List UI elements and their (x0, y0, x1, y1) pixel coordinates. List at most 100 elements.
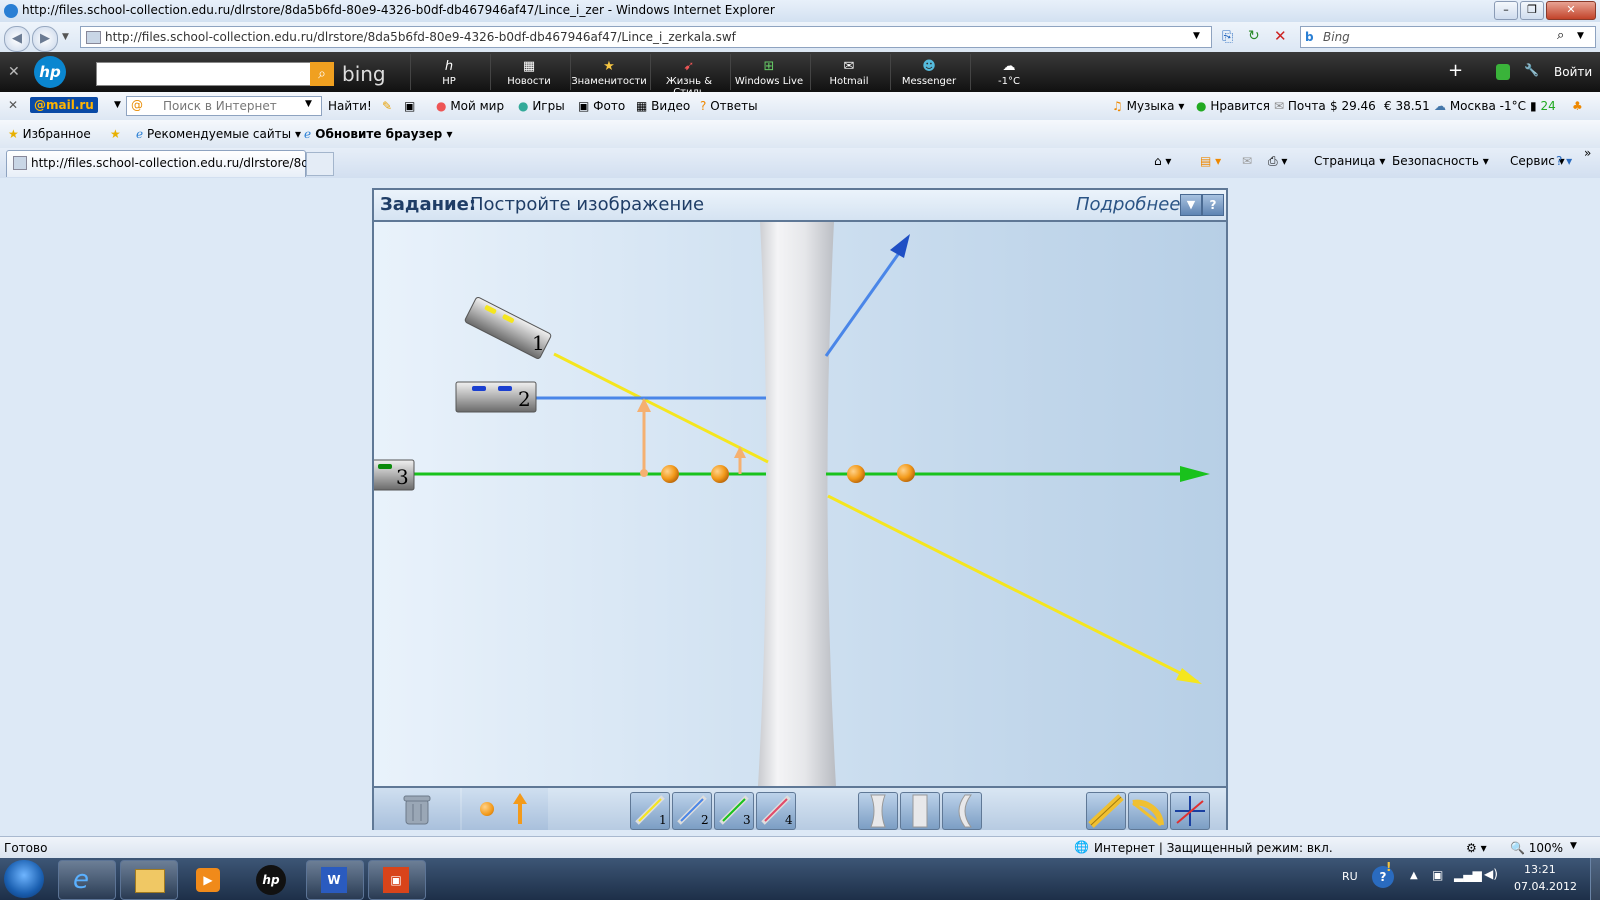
refresh-icon[interactable]: ↻ (1248, 28, 1260, 44)
recommended-sites-menu[interactable]: ℯ Рекомендуемые сайты ▾ (136, 127, 301, 141)
laser-tool-3[interactable]: 3 (714, 792, 754, 830)
trash-icon[interactable] (402, 794, 432, 826)
add-button[interactable]: + (1448, 60, 1463, 81)
tab-active[interactable]: http://files.school-collection.edu.ru/dl… (6, 150, 328, 177)
link-games[interactable]: ● Игры (518, 99, 565, 113)
axis-tool[interactable] (1170, 792, 1210, 830)
optics-stage[interactable]: 1 2 3 (374, 222, 1226, 786)
concave-lens[interactable] (758, 222, 836, 786)
search-input[interactable]: b Bing ⌕ ▼ (1300, 26, 1596, 48)
start-button[interactable] (4, 860, 44, 898)
hp-item-hotmail[interactable]: ✉ Hotmail (810, 54, 887, 90)
mail-link[interactable]: ✉ Почта (1274, 99, 1326, 113)
home-icon[interactable]: ⌂ ▾ (1154, 154, 1171, 168)
taskbar-word[interactable]: W (306, 860, 364, 900)
music-menu[interactable]: ♫ Музыка ▾ (1112, 99, 1184, 113)
hp-item-messenger[interactable]: ☻ Messenger (890, 54, 967, 90)
hp-search-button[interactable]: ⌕ (310, 62, 334, 86)
link-my-world[interactable]: ● Мой мир (436, 99, 504, 113)
help-button[interactable]: ? (1202, 194, 1224, 216)
point-tool-icon[interactable] (480, 802, 494, 816)
show-hidden-icons[interactable]: ▲ (1410, 870, 1418, 881)
link-answers[interactable]: ? Ответы (700, 99, 758, 113)
new-tab-button[interactable] (306, 152, 334, 176)
window-icon[interactable]: ▣ (404, 99, 415, 113)
update-browser-menu[interactable]: ℯ Обновите браузер ▾ (304, 127, 452, 141)
protected-mode-icon[interactable]: ⚙ ▾ (1466, 841, 1487, 855)
stop-icon[interactable]: ✕ (1274, 27, 1287, 45)
hp-item-celebrities[interactable]: ★ Знаменитости (570, 54, 647, 90)
arrow-tool-icon[interactable] (510, 792, 530, 826)
clock-date[interactable]: 07.04.2012 (1514, 880, 1577, 893)
plane-mirror-tool[interactable] (900, 792, 940, 830)
taskbar-explorer[interactable] (120, 860, 178, 900)
hp-item-lifestyle[interactable]: ➹Жизнь & Стиль (650, 54, 727, 98)
hp-toolbar-close-icon[interactable]: ✕ (8, 64, 20, 80)
hp-item-weather[interactable]: ☁ -1°C (970, 54, 1047, 90)
traffic-link[interactable]: ▮ 24 (1530, 99, 1556, 113)
more-dropdown-icon[interactable]: ▼ (1180, 194, 1202, 216)
network-icon[interactable]: ▂▄▆ (1454, 868, 1482, 882)
ruler-tool[interactable] (1086, 792, 1126, 830)
taskbar-media-player[interactable]: ▶ (182, 860, 238, 898)
security-zone[interactable]: Интернет | Защищенный режим: вкл. (1094, 841, 1333, 855)
hp-item-windows-live[interactable]: ⊞ Windows Live (730, 54, 807, 90)
minimize-button[interactable]: – (1494, 1, 1518, 20)
curved-mirror-tool[interactable] (942, 792, 982, 830)
taskbar-flash[interactable]: ▣ (368, 860, 426, 900)
focal-point-right-2f[interactable] (897, 464, 915, 482)
mailru-logo[interactable]: @mail.ru (30, 97, 98, 113)
link-video[interactable]: ▦ Видео (636, 99, 690, 113)
language-indicator[interactable]: RU (1342, 870, 1358, 883)
eur-rate[interactable]: € 38.51 (1384, 99, 1430, 113)
address-dropdown-icon[interactable]: ▼ (1193, 31, 1200, 41)
laser-tool-1[interactable]: 1 (630, 792, 670, 830)
feeds-icon[interactable]: ▤ ▾ (1200, 154, 1221, 168)
protractor-tool[interactable] (1128, 792, 1168, 830)
search-dropdown-icon[interactable]: ▼ (1577, 31, 1584, 41)
safety-menu[interactable]: Безопасность ▾ (1392, 154, 1489, 168)
address-bar[interactable]: http://files.school-collection.edu.ru/dl… (80, 26, 1212, 48)
restore-button[interactable]: ❐ (1520, 1, 1544, 20)
mailru-search-input[interactable]: @ Поиск в Интернет ▼ (126, 96, 322, 116)
clock-time[interactable]: 13:21 (1524, 863, 1556, 876)
volume-icon[interactable]: ◀) (1484, 867, 1498, 881)
like-link[interactable]: ● Нравится (1196, 99, 1270, 113)
history-dropdown-icon[interactable]: ▼ (62, 32, 69, 42)
help-menu-icon[interactable]: ? ▾ (1556, 154, 1572, 168)
concave-lens-tool[interactable] (858, 792, 898, 830)
more-link[interactable]: Подробнее (1076, 194, 1180, 215)
taskbar-hp[interactable]: hp (244, 860, 300, 898)
print-icon[interactable]: ⎙ ▾ (1268, 154, 1287, 169)
focal-point-left-f[interactable] (711, 465, 729, 483)
close-button[interactable]: ✕ (1546, 1, 1596, 20)
hp-item-news[interactable]: ▦ Новости (490, 54, 567, 90)
search-icon[interactable]: ⌕ (1557, 28, 1564, 43)
usd-rate[interactable]: $ 29.46 (1330, 99, 1376, 113)
pencil-icon[interactable]: ✎ (382, 99, 392, 113)
login-link[interactable]: Войти (1554, 65, 1592, 79)
wrench-icon[interactable]: 🔧 (1524, 63, 1539, 77)
favorites-button[interactable]: ★ Избранное (8, 127, 91, 141)
mail-toolbar-close-icon[interactable]: ✕ (8, 98, 18, 112)
page-menu[interactable]: Страница ▾ (1314, 154, 1385, 168)
forward-button[interactable]: ▶ (32, 26, 58, 52)
compat-view-icon[interactable]: ⎘ (1222, 29, 1233, 45)
laser-tool-2[interactable]: 2 (672, 792, 712, 830)
chevron-more-icon[interactable]: » (1584, 146, 1591, 160)
add-favorite-icon[interactable]: ★ (110, 127, 121, 141)
focal-point-left-2f[interactable] (661, 465, 679, 483)
show-desktop-button[interactable] (1590, 858, 1600, 900)
zoom-dropdown-icon[interactable]: ▼ (1570, 841, 1577, 851)
taskbar-ie[interactable]: e (58, 860, 116, 900)
weather-link[interactable]: ☁ Москва -1°C (1434, 99, 1526, 113)
mailru-dropdown-icon[interactable]: ▼ (114, 100, 121, 110)
read-mail-icon[interactable]: ✉ (1242, 154, 1252, 168)
back-button[interactable]: ◀ (4, 26, 30, 52)
focal-point-right-f[interactable] (847, 465, 865, 483)
link-photo[interactable]: ▣ Фото (578, 99, 625, 113)
zoom-level[interactable]: 🔍 100% (1510, 841, 1563, 855)
laser-tool-4[interactable]: 4 (756, 792, 796, 830)
device-icon[interactable]: ▣ (1432, 868, 1443, 882)
extra-menu-icon[interactable]: ♣ (1572, 99, 1583, 113)
